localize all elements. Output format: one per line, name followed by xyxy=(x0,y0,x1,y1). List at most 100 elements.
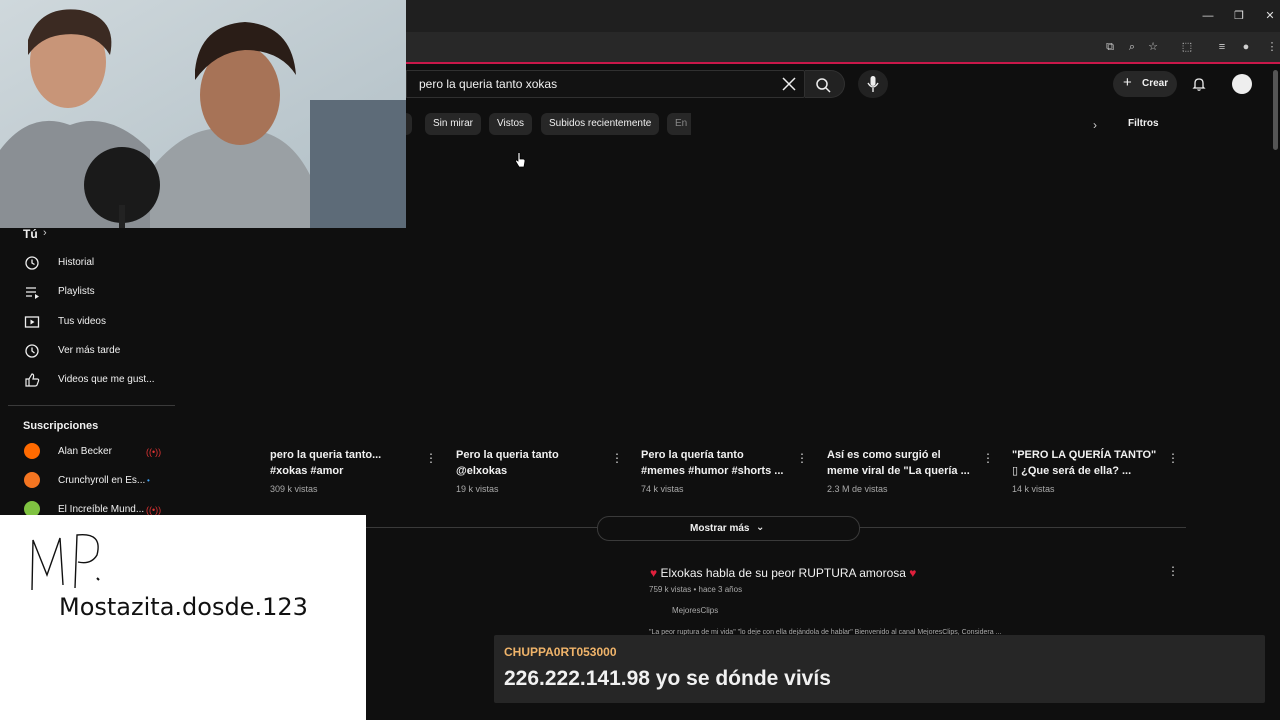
restore-icon[interactable]: ❐ xyxy=(1231,8,1247,24)
channel-avatar xyxy=(24,443,40,459)
whiteboard-overlay: Mostazita.dosde.123 xyxy=(0,515,366,720)
playlists-icon xyxy=(26,287,39,299)
video-result-title[interactable]: ♥ Elxokas habla de su peor RUPTURA amoro… xyxy=(650,566,916,580)
sidebar-divider xyxy=(8,405,175,406)
subscription-alan-becker[interactable]: Alan Becker ((•)) xyxy=(0,439,175,465)
sidebar-item-playlists[interactable]: Playlists xyxy=(0,279,175,305)
sidebar-item-label: Historial xyxy=(58,257,95,268)
more-options-icon[interactable]: ⋮ xyxy=(796,451,808,465)
sidebar-item-label: Ver más tarde xyxy=(58,345,121,356)
bookmark-star-icon[interactable]: ☆ xyxy=(1145,39,1161,55)
short-views: 74 k vistas xyxy=(641,484,684,494)
chat-message-overlay: CHUPPA0RT053000 226.222.141.98 yo se dón… xyxy=(494,635,1265,703)
subscription-label: Alan Becker xyxy=(58,446,112,457)
hand-cursor-icon xyxy=(515,152,526,168)
subscription-label: Crunchyroll en Es... xyxy=(58,475,146,486)
short-views: 2.3 M de vistas xyxy=(827,484,888,494)
more-options-icon[interactable]: ⋮ xyxy=(982,451,994,465)
chip-label: Sin mirar xyxy=(433,118,474,129)
plus-icon: + xyxy=(1123,74,1132,91)
chip-recently-uploaded[interactable]: Subidos recientemente xyxy=(541,113,660,135)
short-title: "PERO LA QUERÍA TANTO" ▯ ¿Que será de el… xyxy=(1012,449,1157,477)
new-content-dot-icon: • xyxy=(147,476,150,485)
short-title: Pero la queria tanto @elxokas xyxy=(456,449,559,477)
subscription-label: El Increíble Mund... xyxy=(58,504,145,515)
close-window-icon[interactable]: ✕ xyxy=(1262,8,1278,24)
extensions-icon[interactable]: ⬚ xyxy=(1179,39,1195,55)
chip-label: Vistos xyxy=(497,118,525,129)
more-options-icon[interactable]: ⋮ xyxy=(1167,564,1179,578)
create-button[interactable]: + Crear xyxy=(1113,71,1177,97)
search-input[interactable]: pero la queria tanto xokas xyxy=(406,70,805,98)
accent-line xyxy=(406,62,1280,64)
create-label: Crear xyxy=(1142,78,1169,89)
more-options-icon[interactable]: ⋮ xyxy=(1167,451,1179,465)
handwritten-scribble xyxy=(31,533,100,591)
media-controls-icon[interactable]: ≡ xyxy=(1214,39,1230,55)
sidebar-item-history[interactable]: Historial xyxy=(0,250,175,276)
voice-search-button[interactable] xyxy=(858,70,888,98)
chip-label: Subidos recientemente xyxy=(549,118,652,129)
chip-partial-right[interactable]: En xyxy=(667,113,691,135)
chevron-right-icon[interactable]: › xyxy=(1093,118,1097,132)
chevron-down-icon: ⌄ xyxy=(756,522,765,533)
liked-videos-icon xyxy=(25,373,40,387)
channel-avatar xyxy=(24,472,40,488)
video-result-channel[interactable]: MejoresClips xyxy=(672,606,718,615)
browser-menu-icon[interactable]: ⋮ xyxy=(1264,39,1280,55)
chip-unwatched[interactable]: Sin mirar xyxy=(425,113,482,135)
short-item[interactable]: pero la queria tanto... #xokas #amor 309… xyxy=(270,447,440,497)
subscriptions-heading: Suscripciones xyxy=(23,420,99,432)
video-title-text: Elxokas habla de su peor RUPTURA amorosa xyxy=(660,566,906,580)
your-videos-icon xyxy=(24,316,40,328)
short-item[interactable]: Pero la quería tanto #memes #humor #shor… xyxy=(641,447,811,497)
filters-button[interactable]: Filtros xyxy=(1128,118,1159,129)
clear-search-icon[interactable] xyxy=(781,75,797,93)
whiteboard-text: Mostazita.dosde.123 xyxy=(59,593,308,621)
search-icon xyxy=(816,78,831,93)
watch-later-icon xyxy=(25,344,39,358)
short-title: pero la queria tanto... #xokas #amor xyxy=(270,449,382,477)
minimize-icon[interactable]: — xyxy=(1200,8,1216,24)
profile-icon[interactable]: ● xyxy=(1238,39,1254,55)
chevron-right-icon[interactable]: › xyxy=(43,227,47,239)
short-views: 14 k vistas xyxy=(1012,484,1055,494)
short-item[interactable]: Así es como surgió el meme viral de "La … xyxy=(827,447,997,497)
search-button[interactable] xyxy=(805,70,845,98)
chip-label: En xyxy=(675,118,688,129)
show-more-label: Mostrar más xyxy=(690,523,750,534)
webcam-overlay xyxy=(0,0,406,228)
short-title: Así es como surgió el meme viral de "La … xyxy=(827,449,970,477)
show-more-button[interactable]: Mostrar más ⌄ xyxy=(597,516,860,541)
short-title: Pero la quería tanto #memes #humor #shor… xyxy=(641,449,784,477)
short-item[interactable]: Pero la queria tanto @elxokas 19 k vista… xyxy=(456,447,626,497)
sidebar-item-your-videos[interactable]: Tus videos xyxy=(0,309,175,335)
page-scrollbar[interactable] xyxy=(1273,70,1278,150)
sidebar-item-label: Playlists xyxy=(58,286,95,297)
search-query: pero la queria tanto xokas xyxy=(419,77,558,91)
short-views: 19 k vistas xyxy=(456,484,499,494)
live-indicator-icon: ((•)) xyxy=(146,447,162,457)
sidebar-item-watch-later[interactable]: Ver más tarde xyxy=(0,338,175,364)
live-indicator-icon: ((•)) xyxy=(146,505,162,515)
microphone-icon xyxy=(867,76,879,92)
subscription-crunchyroll[interactable]: Crunchyroll en Es... • xyxy=(0,468,175,494)
more-options-icon[interactable]: ⋮ xyxy=(611,451,623,465)
notifications-bell-icon[interactable] xyxy=(1191,76,1207,92)
more-options-icon[interactable]: ⋮ xyxy=(425,451,437,465)
broken-heart-icon: ♥ xyxy=(909,566,917,580)
broken-heart-icon: ♥ xyxy=(650,566,658,580)
you-section-heading[interactable]: Tú xyxy=(23,227,38,241)
short-views: 309 k vistas xyxy=(270,484,318,494)
chat-username: CHUPPA0RT053000 xyxy=(504,645,617,659)
short-item[interactable]: "PERO LA QUERÍA TANTO" ▯ ¿Que será de el… xyxy=(1012,447,1182,497)
sidebar-item-liked-videos[interactable]: Videos que me gust... xyxy=(0,367,175,393)
sidebar-item-label: Tus videos xyxy=(58,316,106,327)
cast-icon[interactable]: ⧉ xyxy=(1102,39,1118,55)
zoom-icon[interactable]: ⌕ xyxy=(1124,39,1140,55)
video-result-meta: 759 k vistas • hace 3 años xyxy=(649,585,743,594)
account-avatar[interactable] xyxy=(1232,74,1252,94)
chip-watched[interactable]: Vistos xyxy=(489,113,533,135)
chat-message-text: 226.222.141.98 yo se dónde vivís xyxy=(504,667,831,690)
history-icon xyxy=(25,256,39,270)
